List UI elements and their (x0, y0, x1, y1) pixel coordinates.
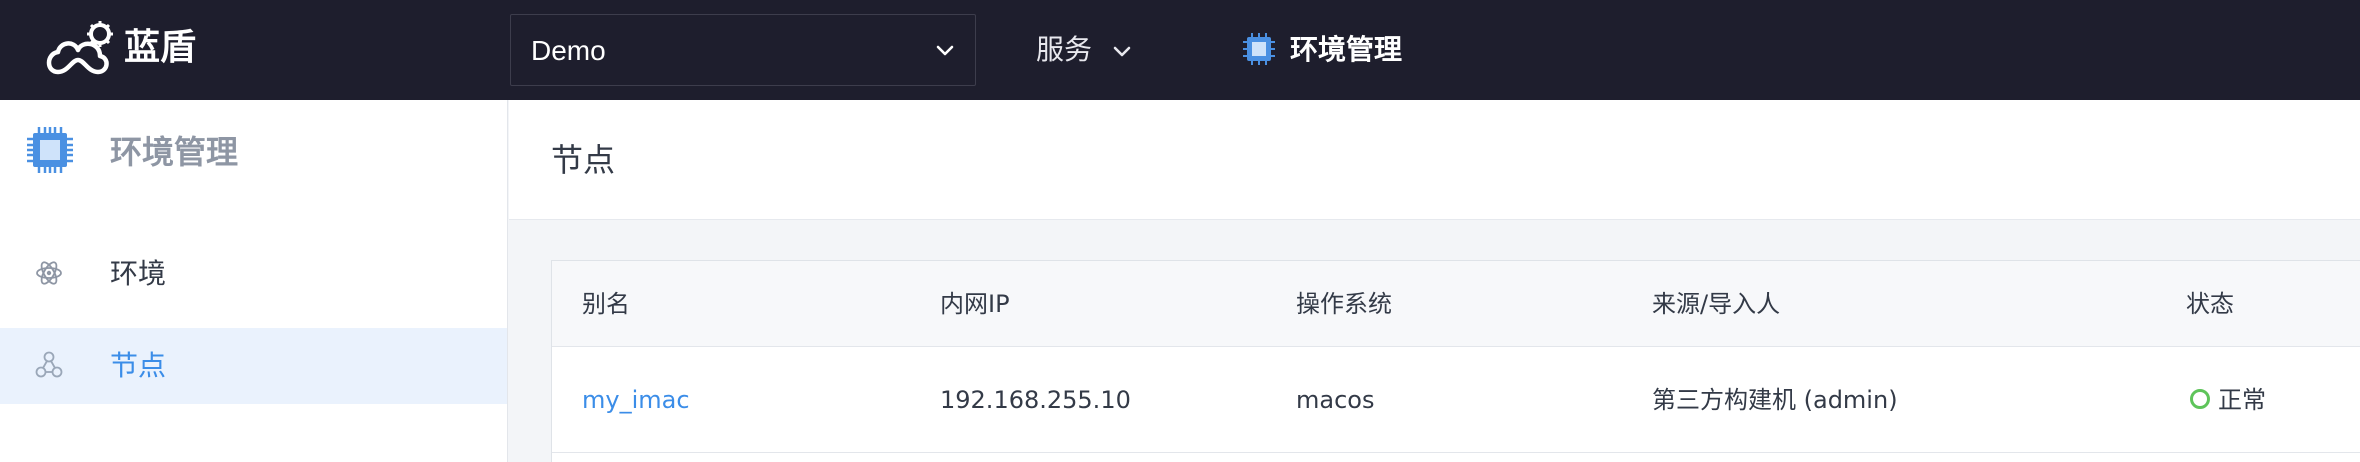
chip-icon (1243, 33, 1275, 65)
node-alias-link[interactable]: my_imac (582, 383, 690, 417)
project-select-value: Demo (531, 35, 606, 66)
chevron-down-icon (936, 45, 954, 56)
sidebar-item-label: 节点 (110, 349, 167, 382)
page-header: 节点 (509, 100, 2360, 220)
column-header-ip: 内网IP (940, 290, 1010, 318)
nav-services-label: 服务 (1036, 33, 1093, 66)
chevron-down-icon (1113, 46, 1131, 57)
column-header-status: 状态 (2186, 290, 2234, 318)
node-source: 第三方构建机 (admin) (1652, 386, 1898, 414)
page-title: 节点 (551, 141, 616, 179)
brand-name[interactable]: 蓝盾 (124, 26, 196, 70)
node-os: macos (1296, 386, 1375, 414)
top-navbar: 蓝盾 Demo 服务 环境管理 (0, 0, 2360, 100)
sidebar: 环境管理 环境 节点 (0, 100, 508, 462)
sidebar-item-label: 环境 (110, 257, 167, 290)
node-status: 正常 (2218, 386, 2266, 414)
bluedun-logo-icon[interactable] (44, 20, 116, 78)
sidebar-item-nodes[interactable]: 节点 (0, 328, 507, 404)
chip-icon (27, 127, 73, 173)
node-ip: 192.168.255.10 (940, 386, 1131, 414)
status-ok-icon (2190, 389, 2210, 409)
column-header-alias: 别名 (582, 290, 630, 318)
column-header-os: 操作系统 (1296, 290, 1392, 318)
nodes-table: 别名 内网IP 操作系统 来源/导入人 状态 my_imac 192.168.2… (551, 260, 2360, 462)
table-row[interactable]: my_imac 192.168.255.10 macos 第三方构建机 (adm… (552, 347, 2360, 453)
sidebar-title: 环境管理 (110, 133, 239, 171)
atom-icon (36, 261, 62, 285)
nav-env-label: 环境管理 (1290, 33, 1403, 66)
project-select[interactable]: Demo (510, 14, 976, 86)
table-header: 别名 内网IP 操作系统 来源/导入人 状态 (552, 261, 2360, 347)
sidebar-item-env[interactable]: 环境 (0, 236, 507, 312)
column-header-source: 来源/导入人 (1652, 290, 1781, 318)
nodes-icon (35, 351, 63, 378)
